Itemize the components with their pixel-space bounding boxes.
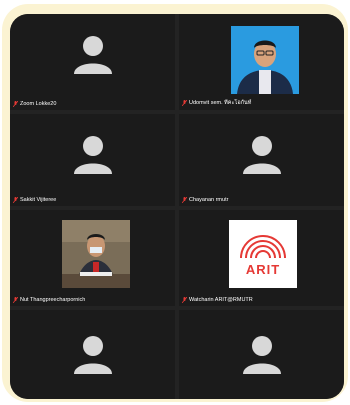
arit-arcs-icon <box>229 220 297 288</box>
participant-name: Watcharin ARIT@RMUTR <box>182 297 253 303</box>
participant-tile[interactable]: Udomvit sem. ทีคะโอกันท์ <box>179 14 344 110</box>
person-video-icon <box>231 26 299 94</box>
participant-tile[interactable]: Sakkit Vijiteree <box>10 114 175 206</box>
participant-tile[interactable]: Zoom Lokke20 <box>10 14 175 110</box>
participant-tile[interactable]: Nut Thangpreecharpornich <box>10 210 175 306</box>
avatar-placeholder-icon <box>243 336 281 374</box>
participant-tile[interactable]: Chayanan rmutr <box>179 114 344 206</box>
mic-muted-icon <box>13 297 18 303</box>
participant-video <box>62 220 130 288</box>
participant-tile[interactable]: ARIT Watcharin ARIT@RMUTR <box>179 210 344 306</box>
mic-muted-icon <box>13 101 18 107</box>
avatar-placeholder-icon <box>243 136 281 174</box>
participant-video <box>231 26 299 94</box>
person-video-icon <box>62 220 130 288</box>
avatar-placeholder-icon <box>74 136 112 174</box>
avatar-placeholder-icon <box>74 36 112 74</box>
participant-name: Nut Thangpreecharpornich <box>13 297 85 303</box>
participant-tile[interactable] <box>10 310 175 399</box>
arit-logo: ARIT <box>229 220 297 288</box>
video-gallery: Zoom Lokke20 Udomvit sem. ทีคะโอกันท์ Sa… <box>10 14 344 399</box>
participant-name: Chayanan rmutr <box>182 197 228 203</box>
app-frame: Zoom Lokke20 Udomvit sem. ทีคะโอกันท์ Sa… <box>2 4 348 402</box>
participant-name: Sakkit Vijiteree <box>13 197 56 203</box>
mic-muted-icon <box>13 197 18 203</box>
participant-name: Zoom Lokke20 <box>13 101 56 107</box>
mic-muted-icon <box>182 297 187 303</box>
participant-tile[interactable] <box>179 310 344 399</box>
arit-logo-text: ARIT <box>245 262 281 277</box>
participant-name: Udomvit sem. ทีคะโอกันท์ <box>182 99 251 107</box>
avatar-placeholder-icon <box>74 336 112 374</box>
mic-muted-icon <box>182 100 187 106</box>
mic-muted-icon <box>182 197 187 203</box>
